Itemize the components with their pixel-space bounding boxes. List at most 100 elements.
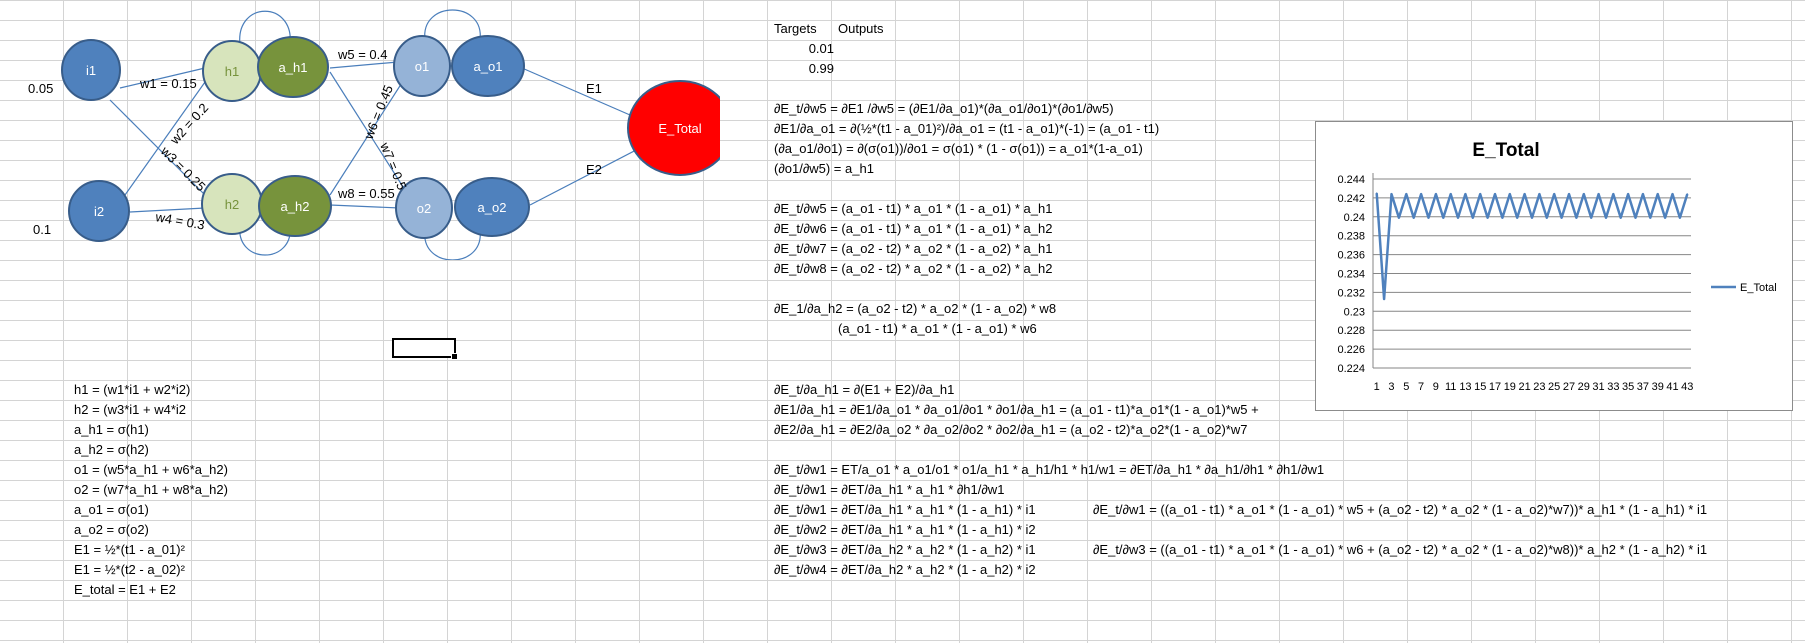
chart-x-tick-label: 37 <box>1637 381 1649 393</box>
targets-header: Targets <box>774 21 817 36</box>
chart-data-point <box>1383 298 1385 300</box>
chart-data-point <box>1649 216 1652 219</box>
derivative-w1-chain[interactable]: ∂E_t/∂w1 = ET/a_o1 * a_o1/o1 * o1/a_h1 *… <box>774 462 1324 478</box>
derivative-w7[interactable]: ∂E_t/∂w7 = (a_o2 - t2) * a_o2 * (1 - a_o… <box>774 241 1052 257</box>
chart-data-point <box>1575 216 1578 219</box>
node-h1: h1 <box>202 40 262 102</box>
chart-data-point <box>1619 216 1622 219</box>
chart-data-point <box>1412 216 1415 219</box>
self-loop-o1 <box>424 9 481 41</box>
weight-label-w1: w1 = 0.15 <box>139 76 197 91</box>
chart-data-point <box>1464 193 1467 195</box>
chart-canvas: E_Total 0.224 0.226 0.228 0.23 0.232 0.234 0.23… <box>1337 140 1776 393</box>
node-i1: i1 <box>61 39 121 101</box>
derivative-w8[interactable]: ∂E_t/∂w8 = (a_o2 - t2) * a_o2 * (1 - a_o… <box>774 261 1052 277</box>
chart-x-tick-label: 11 <box>1445 381 1456 393</box>
chart-x-tick-label: 33 <box>1607 381 1619 393</box>
chart-y-tick-label: 0.23 <box>1344 306 1365 318</box>
equation-a-h2[interactable]: a_h2 = σ(h2) <box>74 442 149 458</box>
derivation-w5-line[interactable]: ∂E_t/∂w5 = ∂E1 /∂w5 = (∂E1/∂a_o1)*(∂a_o1… <box>774 101 1114 117</box>
chart-data-point <box>1398 216 1400 219</box>
chart-x-tick-label: 1 <box>1374 381 1380 393</box>
chart-x-tick-label: 23 <box>1533 381 1545 393</box>
derivative-w6[interactable]: ∂E_t/∂w6 = (a_o1 - t1) * a_o1 * (1 - a_o… <box>774 221 1052 237</box>
chart-data-point <box>1509 193 1511 195</box>
edge-w5 <box>329 61 399 69</box>
e-total-chart[interactable]: E_Total 0.224 0.226 0.228 0.23 0.232 0.234 0.23… <box>1315 121 1793 411</box>
derivative-w4[interactable]: ∂E_t/∂w4 = ∂ET/∂a_h2 * a_h2 * (1 - a_h2)… <box>774 562 1036 578</box>
derivative-w1-short[interactable]: ∂E_t/∂w1 = ∂ET/∂a_h1 * a_h1 * ∂h1/∂w1 <box>774 482 1004 498</box>
equation-a-o2[interactable]: a_o2 = σ(o2) <box>74 522 149 538</box>
derivative-a-h1-line[interactable]: ∂E2/∂a_h1 = ∂E2/∂a_o2 * ∂a_o2/∂o2 * ∂o2/… <box>774 422 1247 438</box>
derivative-w2[interactable]: ∂E_t/∂w2 = ∂ET/∂a_h1 * a_h1 * (1 - a_h1)… <box>774 522 1036 538</box>
chart-data-point <box>1442 216 1445 219</box>
chart-data-point <box>1627 193 1629 195</box>
equation-e2[interactable]: E1 = ½*(t2 - a_02)² <box>74 562 185 578</box>
svg-text:h2: h2 <box>225 197 239 212</box>
chart-x-tick-label: 5 <box>1403 381 1409 393</box>
chart-data-point <box>1671 193 1674 195</box>
outputs-header: Outputs <box>838 21 884 36</box>
chart-data-point <box>1538 193 1541 195</box>
chart-data-point <box>1568 193 1570 195</box>
weight-label-w8: w8 = 0.55 <box>337 186 395 201</box>
chart-data-point <box>1597 193 1600 195</box>
svg-text:i1: i1 <box>86 63 96 78</box>
chart-data-point <box>1375 192 1378 194</box>
equation-a-h1[interactable]: a_h1 = σ(h1) <box>74 422 149 438</box>
chart-x-tick-label: 27 <box>1563 381 1575 393</box>
chart-data-point <box>1553 193 1555 195</box>
target-value-2[interactable]: 0.99 <box>774 61 834 77</box>
derivative-a-h2-line[interactable]: (a_o1 - t1) * a_o1 * (1 - a_o1) * w6 <box>838 321 1037 337</box>
edge-e1 <box>521 67 631 116</box>
node-i2: i2 <box>68 180 130 242</box>
node-e-total: E_Total <box>627 80 720 176</box>
chart-data-point <box>1420 193 1422 195</box>
chart-data-point <box>1449 193 1452 195</box>
chart-series-line <box>1375 192 1689 301</box>
equation-h1[interactable]: h1 = (w1*i1 + w2*i2) <box>74 382 190 398</box>
derivative-w5[interactable]: ∂E_t/∂w5 = (a_o1 - t1) * a_o1 * (1 - a_o… <box>774 201 1052 217</box>
expanded-derivative-w3[interactable]: ∂E_t/∂w3 = ((a_o1 - t1) * a_o1 * (1 - a_… <box>1093 542 1707 558</box>
edge-e2 <box>529 147 641 206</box>
derivation-w5-line[interactable]: (∂o1/∂w5) = a_h1 <box>774 161 874 177</box>
svg-text:a_o1: a_o1 <box>474 59 503 74</box>
selected-cell[interactable] <box>392 338 458 360</box>
chart-x-tick-label: 29 <box>1578 381 1590 393</box>
chart-x-tick-label: 43 <box>1681 381 1693 393</box>
equation-h2[interactable]: h2 = (w3*i1 + w4*i2 <box>74 402 186 418</box>
weight-label-w7: w7 = 0.5 <box>377 140 410 192</box>
chart-data-point <box>1472 216 1474 219</box>
chart-x-tick-label: 15 <box>1474 381 1486 393</box>
derivative-a-h2-line[interactable]: ∂E_1/∂a_h2 = (a_o2 - t2) * a_o2 * (1 - a… <box>774 301 1056 317</box>
chart-data-point <box>1664 216 1666 219</box>
chart-data-point <box>1590 216 1592 219</box>
derivation-w5-line[interactable]: (∂a_o1/∂o1) = ∂(σ(o1))/∂o1 = σ(o1) * (1 … <box>774 141 1143 157</box>
chart-data-point <box>1560 216 1563 219</box>
equation-o1[interactable]: o1 = (w5*a_h1 + w6*a_h2) <box>74 462 228 478</box>
expanded-derivative-w1[interactable]: ∂E_t/∂w1 = ((a_o1 - t1) * a_o1 * (1 - a_… <box>1093 502 1707 518</box>
target-value-1[interactable]: 0.01 <box>774 41 834 57</box>
node-a-o2: a_o2 <box>454 177 530 237</box>
chart-data-point <box>1656 193 1659 195</box>
chart-x-tick-label: 19 <box>1504 381 1516 393</box>
chart-x-tick-label: 7 <box>1418 381 1424 393</box>
chart-data-point <box>1427 216 1430 219</box>
edge-w8 <box>329 204 401 209</box>
derivation-w5-line[interactable]: ∂E1/∂a_o1 = ∂(½*(t1 - a_01)²)/∂a_o1 = (t… <box>774 121 1159 137</box>
equation-e1[interactable]: E1 = ½*(t1 - a_01)² <box>74 542 185 558</box>
derivative-a-h1-line[interactable]: ∂E_t/∂a_h1 = ∂(E1 + E2)/∂a_h1 <box>774 382 954 398</box>
derivative-w3[interactable]: ∂E_t/∂w3 = ∂ET/∂a_h2 * a_h2 * (1 - a_h2)… <box>774 542 1036 558</box>
chart-data-point <box>1486 216 1489 219</box>
chart-data-point <box>1634 216 1637 219</box>
derivative-a-h1-line[interactable]: ∂E1/∂a_h1 = ∂E1/∂a_o1 * ∂a_o1/∂o1 * ∂o1/… <box>774 402 1259 418</box>
equation-o2[interactable]: o2 = (w7*a_h1 + w8*a_h2) <box>74 482 228 498</box>
derivative-w1[interactable]: ∂E_t/∂w1 = ∂ET/∂a_h1 * a_h1 * (1 - a_h1)… <box>774 502 1036 518</box>
chart-data-point <box>1546 216 1548 219</box>
equation-e-total[interactable]: E_total = E1 + E2 <box>74 582 176 598</box>
equation-a-o1[interactable]: a_o1 = σ(o1) <box>74 502 149 518</box>
chart-data-point <box>1516 216 1518 219</box>
chart-y-tick-label: 0.232 <box>1337 287 1365 299</box>
svg-text:o2: o2 <box>417 201 431 216</box>
weight-label-w2: w2 = 0.2 <box>166 100 211 148</box>
